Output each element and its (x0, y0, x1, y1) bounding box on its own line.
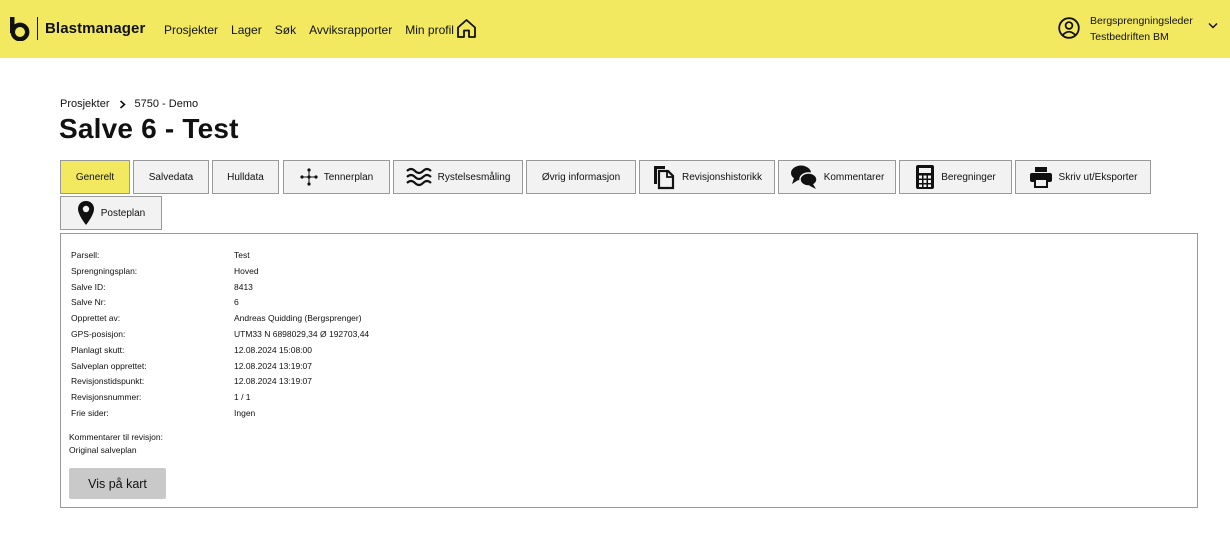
tab-label: Skriv ut/Eksporter (1058, 171, 1138, 183)
info-row: GPS-posisjon: UTM33 N 6898029,34 Ø 192703… (71, 329, 369, 345)
tab-label: Tennerplan (323, 171, 374, 183)
nav-sok[interactable]: Søk (275, 23, 296, 37)
waves-icon (405, 167, 432, 187)
home-icon[interactable] (456, 18, 477, 39)
info-row: Salve Nr: 6 (71, 297, 369, 313)
main-nav: Prosjekter Lager Søk Avviksrapporter Min… (164, 23, 454, 37)
info-label: Parsell: (71, 250, 100, 260)
logo-divider (37, 17, 38, 40)
info-label: GPS-posisjon: (71, 328, 126, 339)
revision-comment-value: Original salveplan (69, 445, 137, 455)
info-value: 6 (234, 297, 239, 308)
brand-name[interactable]: Blastmanager (45, 20, 145, 37)
info-label: Planlagt skutt: (71, 344, 125, 355)
info-label: Sprengningsplan: (71, 265, 138, 276)
tab-tennerplan[interactable]: Tennerplan (283, 160, 390, 194)
info-value: 8413 (234, 281, 253, 292)
info-label: Salve ID: (71, 281, 106, 292)
nav-lager[interactable]: Lager (231, 23, 262, 37)
info-row: Frie sider: Ingen (71, 408, 369, 424)
info-row: Parsell: Test (71, 250, 369, 266)
show-on-map-button[interactable]: Vis på kart (69, 468, 166, 499)
tab-label: Revisjonshistorikk (681, 171, 763, 183)
info-row: Sprengningsplan: Hoved (71, 266, 369, 282)
tab-label: Øvrig informasjon (541, 171, 621, 183)
calculator-icon (916, 165, 935, 189)
info-label: Opprettet av: (71, 313, 121, 324)
info-value: 12.08.2024 15:08:00 (234, 344, 312, 355)
tab-hulldata[interactable]: Hulldata (212, 160, 279, 194)
user-company: Testbedriften BM (1090, 31, 1169, 43)
tab-label: Kommentarer (823, 171, 885, 183)
nav-min-profil[interactable]: Min profil (405, 23, 454, 37)
info-value: Hoved (234, 265, 259, 276)
chevron-right-icon (119, 99, 126, 109)
info-row: Revisjonstidspunkt: 12.08.2024 13:19:07 (71, 376, 369, 392)
tab-salvedata[interactable]: Salvedata (133, 160, 209, 194)
breadcrumb-project[interactable]: 5750 - Demo (135, 98, 199, 110)
page-title: Salve 6 - Test (59, 113, 239, 144)
info-value: Test (234, 250, 250, 260)
info-label: Salveplan opprettet: (71, 360, 147, 371)
info-row: Revisjonsnummer: 1 / 1 (71, 392, 369, 408)
revision-comment-label: Kommentarer til revisjon: (69, 432, 164, 442)
map-pin-icon (77, 201, 94, 225)
network-icon (300, 168, 318, 186)
info-value: 12.08.2024 13:19:07 (234, 376, 312, 387)
tab-label: Rystelsesmåling (437, 171, 511, 183)
tab-rystelsesmaling[interactable]: Rystelsesmåling (393, 160, 523, 194)
documents-icon (653, 166, 675, 190)
printer-icon (1029, 167, 1052, 188)
tab-label: Salvedata (148, 171, 194, 183)
info-row: Opprettet av: Andreas Quidding (Bergspren… (71, 313, 369, 329)
info-label: Salve Nr: (71, 297, 106, 308)
general-info-panel: Parsell: Test Sprengningsplan: Hoved Salve… (60, 233, 1198, 508)
tab-label: Hulldata (227, 171, 264, 183)
info-value: 1 / 1 (234, 392, 251, 403)
info-value: 12.08.2024 13:19:07 (234, 360, 312, 371)
info-row: Planlagt skutt: 12.08.2024 15:08:00 (71, 345, 369, 361)
chevron-down-icon[interactable] (1208, 22, 1218, 30)
nav-prosjekter[interactable]: Prosjekter (164, 23, 218, 37)
info-value: Ingen (234, 407, 256, 418)
info-row: Salveplan opprettet: 12.08.2024 13:19:07 (71, 361, 369, 377)
breadcrumb-prosjekter[interactable]: Prosjekter (60, 98, 110, 110)
tab-generelt[interactable]: Generelt (60, 160, 130, 194)
tab-beregninger[interactable]: Beregninger (899, 160, 1012, 194)
tab-label: Generelt (75, 171, 115, 183)
chat-bubbles-icon (790, 165, 818, 189)
info-value: UTM33 N 6898029,34 Ø 192703,44 (234, 328, 370, 339)
tab-kommentarer[interactable]: Kommentarer (778, 160, 896, 194)
info-label: Revisjonsnummer: (71, 392, 142, 403)
info-table: Parsell: Test Sprengningsplan: Hoved Salve… (71, 250, 369, 424)
user-circle-icon (1058, 17, 1080, 39)
info-label: Frie sider: (71, 407, 109, 418)
blastmanager-logo-icon[interactable] (9, 17, 31, 41)
tab-revisjonshistorikk[interactable]: Revisjonshistorikk (639, 160, 775, 194)
user-role: Bergsprengningsleder (1090, 15, 1193, 27)
tab-label: Posteplan (100, 207, 146, 219)
tab-skriv-ut-eksporter[interactable]: Skriv ut/Eksporter (1015, 160, 1151, 194)
info-row: Salve ID: 8413 (71, 282, 369, 298)
tab-label: Beregninger (941, 171, 996, 183)
top-bar: Blastmanager Prosjekter Lager Søk Avviks… (0, 0, 1230, 58)
info-label: Revisjonstidspunkt: (71, 376, 145, 387)
nav-avviksrapporter[interactable]: Avviksrapporter (309, 23, 392, 37)
tab-ovrig-informasjon[interactable]: Øvrig informasjon (526, 160, 636, 194)
breadcrumb: Prosjekter 5750 - Demo (60, 98, 198, 110)
info-value: Andreas Quidding (Bergsprenger) (234, 313, 362, 324)
tab-posteplan[interactable]: Posteplan (60, 196, 162, 230)
